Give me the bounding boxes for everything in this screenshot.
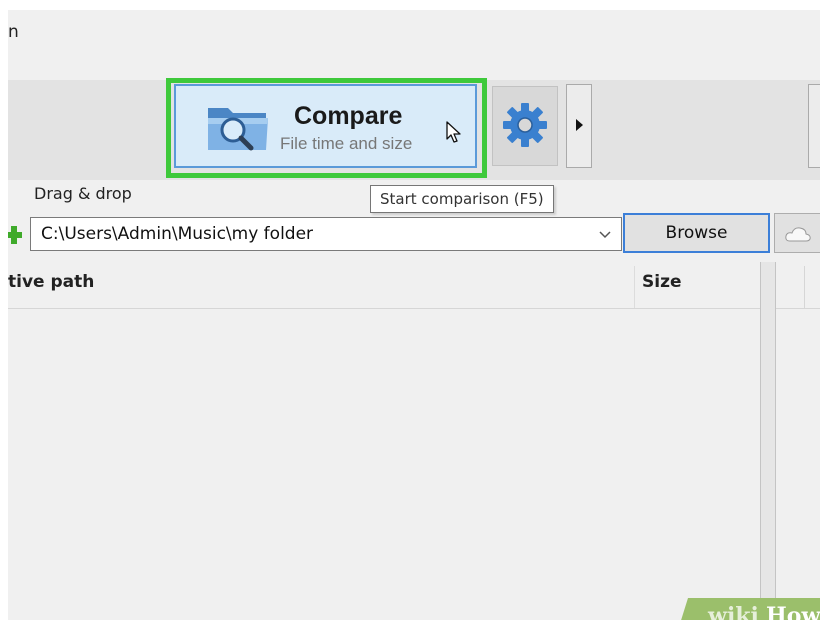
window-title: n: [8, 22, 19, 42]
column-header-size[interactable]: Size: [642, 272, 682, 292]
cloud-button[interactable]: [774, 213, 820, 253]
column-separator[interactable]: [634, 266, 635, 308]
column-header-path[interactable]: tive path: [8, 272, 94, 292]
title-bar: n: [8, 10, 820, 80]
settings-button[interactable]: [492, 86, 558, 166]
compare-sublabel: File time and size: [280, 134, 413, 153]
drag-drop-label: Drag & drop: [34, 184, 132, 203]
more-options-button[interactable]: [566, 84, 592, 168]
folder-search-icon: [208, 108, 268, 151]
compare-button[interactable]: Compare File time and size: [174, 84, 477, 168]
compare-tooltip: Start comparison (F5): [370, 185, 554, 213]
gear-icon: [503, 103, 547, 147]
plus-icon[interactable]: [8, 223, 22, 249]
toolbar-right-button[interactable]: [808, 84, 820, 168]
svg-text:How: How: [766, 603, 820, 620]
folder-path-input[interactable]: C:\Users\Admin\Music\my folder: [30, 217, 622, 251]
pane-splitter[interactable]: [760, 262, 776, 620]
compare-label: Compare: [294, 102, 403, 130]
svg-text:wiki: wiki: [707, 603, 759, 620]
wikihow-watermark: wiki How: [681, 598, 820, 620]
chevron-down-icon[interactable]: [594, 217, 616, 251]
right-column-separator[interactable]: [804, 266, 805, 308]
cloud-icon: [785, 227, 811, 242]
file-list-area[interactable]: [8, 262, 760, 620]
chevron-right-icon: [576, 119, 583, 131]
app-window: n Compare File time and size Drag & drop…: [8, 10, 820, 620]
cursor-icon: [446, 121, 461, 143]
browse-button[interactable]: Browse: [623, 213, 770, 253]
right-file-list-area[interactable]: [776, 266, 820, 620]
right-column-header-row: [776, 266, 820, 309]
